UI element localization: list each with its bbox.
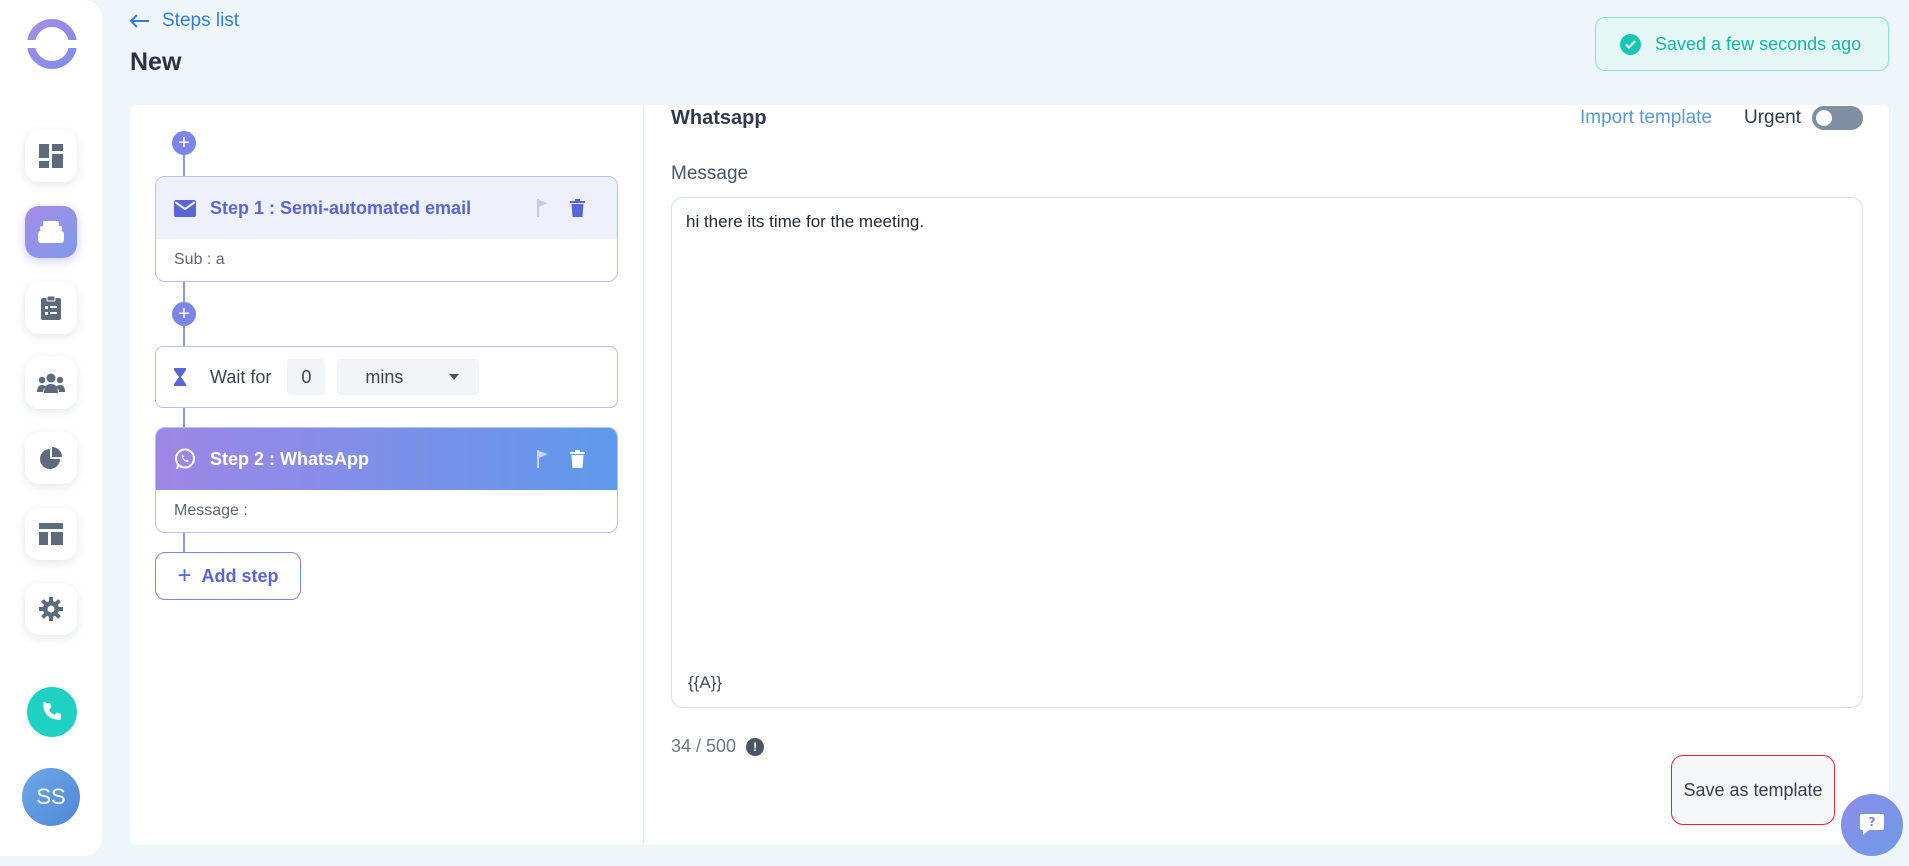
urgent-toggle[interactable] xyxy=(1812,106,1863,130)
step-card-email[interactable]: Step 1 : Semi-automated email Sub : a xyxy=(155,176,618,282)
step-title: Step 2 : WhatsApp xyxy=(210,448,370,469)
import-template-link[interactable]: Import template xyxy=(1580,107,1712,129)
insert-step-button[interactable]: + xyxy=(172,302,196,326)
add-step-button[interactable]: + Add step xyxy=(155,552,301,600)
people-icon xyxy=(37,373,65,393)
page-title: New xyxy=(130,48,182,76)
help-chat-icon: ? xyxy=(1860,814,1884,835)
svg-text:?: ? xyxy=(1869,815,1876,829)
info-icon[interactable]: ! xyxy=(746,737,765,756)
app-logo[interactable] xyxy=(26,18,78,70)
sidebar-item-reports[interactable] xyxy=(25,432,77,484)
sidebar-item-settings[interactable] xyxy=(25,583,77,635)
back-link-label: Steps list xyxy=(162,10,240,31)
step-header: Step 2 : WhatsApp xyxy=(156,428,617,490)
step-body: Message : xyxy=(174,502,248,519)
plus-icon: + xyxy=(178,132,190,154)
plus-icon: + xyxy=(178,303,190,325)
message-text: hi there its time for the meeting. xyxy=(686,212,925,231)
timeline-line xyxy=(183,532,185,554)
gear-icon xyxy=(39,597,63,621)
avatar[interactable]: SS xyxy=(22,768,80,826)
plus-icon: + xyxy=(177,562,192,589)
flag-icon[interactable] xyxy=(536,199,548,217)
phone-button[interactable] xyxy=(27,687,77,737)
layout-icon xyxy=(39,523,63,545)
check-circle-icon xyxy=(1620,33,1641,55)
wait-label: Wait for xyxy=(210,366,272,387)
whatsapp-icon xyxy=(175,448,195,470)
arrow-left-icon xyxy=(130,14,149,28)
character-count-text: 34 / 500 xyxy=(671,736,737,756)
save-status-badge: Saved a few seconds ago xyxy=(1595,17,1889,71)
sidebar-item-sequences[interactable] xyxy=(25,206,77,258)
clipboard-icon xyxy=(41,295,61,320)
trash-icon[interactable] xyxy=(570,199,585,217)
save-status-text: Saved a few seconds ago xyxy=(1655,33,1862,54)
timeline-line xyxy=(183,408,185,428)
envelope-icon xyxy=(174,199,196,217)
hourglass-icon xyxy=(174,368,186,386)
dashboard-icon xyxy=(39,144,63,168)
message-textarea[interactable]: hi there its time for the meeting. {{A}} xyxy=(671,197,1863,708)
wait-unit-value: mins xyxy=(365,366,404,387)
avatar-initials: SS xyxy=(36,784,66,809)
sidebar: SS xyxy=(0,0,102,856)
add-step-label: Add step xyxy=(201,565,279,586)
urgent-label: Urgent xyxy=(1744,107,1802,128)
insert-step-button[interactable]: + xyxy=(172,131,196,155)
wait-value-input[interactable]: 0 xyxy=(287,359,326,395)
wait-unit-select[interactable]: mins xyxy=(337,359,480,395)
sidebar-item-tasks[interactable] xyxy=(25,282,77,334)
variable-tag[interactable]: {{A}} xyxy=(688,673,722,693)
save-as-template-button[interactable]: Save as template xyxy=(1671,755,1835,825)
sidebar-item-templates[interactable] xyxy=(25,508,77,560)
message-label: Message xyxy=(671,163,749,184)
sidebar-item-contacts[interactable] xyxy=(25,357,77,409)
step-title: Step 1 : Semi-automated email xyxy=(210,197,472,218)
sidebar-item-dashboard[interactable] xyxy=(25,130,77,182)
step-card-whatsapp[interactable]: Step 2 : WhatsApp Message : xyxy=(155,427,618,533)
inbox-tray-icon xyxy=(38,221,64,243)
step-header: Step 1 : Semi-automated email xyxy=(156,177,617,239)
column-divider xyxy=(643,105,644,845)
trash-icon[interactable] xyxy=(570,450,585,468)
toggle-knob xyxy=(1816,110,1832,126)
help-chat-button[interactable]: ? xyxy=(1841,794,1903,856)
pie-chart-icon xyxy=(40,447,62,469)
back-to-steps-list-link[interactable]: Steps list xyxy=(130,10,239,32)
character-count: 34 / 500 ! xyxy=(671,736,765,757)
wait-step: Wait for 0 mins xyxy=(155,346,618,408)
channel-title: Whatsapp xyxy=(671,107,767,129)
step-body: Sub : a xyxy=(174,251,225,268)
flag-icon[interactable] xyxy=(536,450,548,468)
phone-icon xyxy=(43,702,61,720)
chevron-down-icon xyxy=(449,374,460,380)
